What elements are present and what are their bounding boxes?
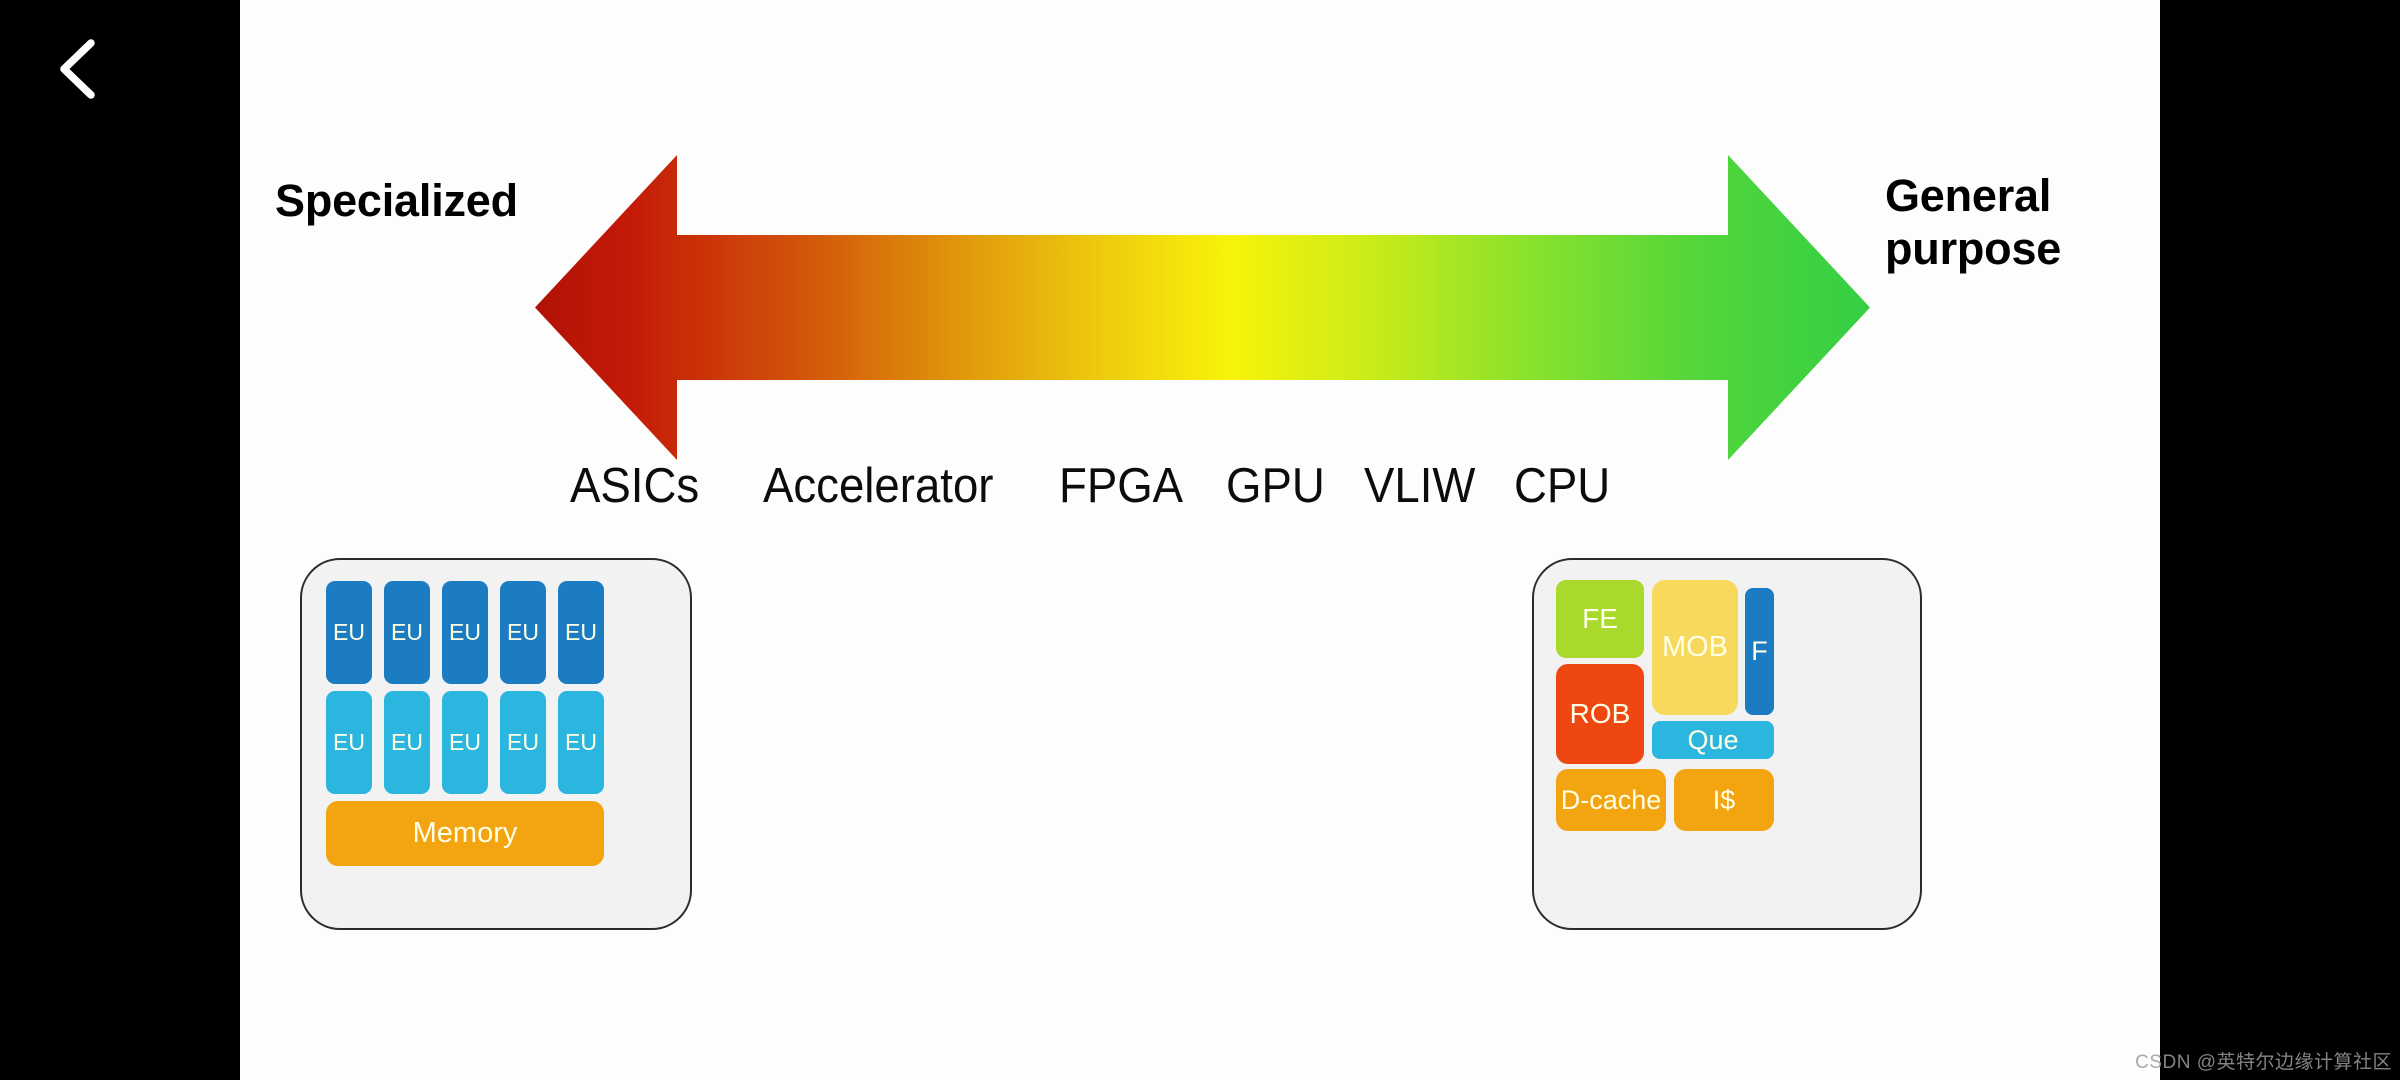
- spectrum-arrow: [535, 155, 1870, 460]
- eu-block: EU: [442, 581, 488, 684]
- memory-block: Memory: [326, 801, 604, 866]
- eu-block: EU: [384, 581, 430, 684]
- eu-block: EU: [558, 581, 604, 684]
- axis-label-general-line1: General: [1885, 170, 2052, 221]
- que-block: Que: [1652, 721, 1774, 759]
- eu-block: EU: [442, 691, 488, 794]
- general-purpose-cpu-diagram: FE ROB MOB F Que D-cache I$: [1532, 558, 1922, 930]
- d-cache-block: D-cache: [1556, 769, 1666, 831]
- eu-block: EU: [326, 691, 372, 794]
- device-label-cpu: CPU: [1514, 458, 1611, 513]
- device-label-asics: ASICs: [570, 458, 700, 513]
- device-spectrum-labels: ASICs Accelerator FPGA GPU VLIW CPU: [570, 455, 1610, 517]
- device-label-gpu: GPU: [1226, 458, 1325, 513]
- fe-block: FE: [1556, 580, 1644, 658]
- eu-block: EU: [500, 691, 546, 794]
- f-block: F: [1745, 588, 1774, 715]
- eu-block: EU: [384, 691, 430, 794]
- axis-label-general-line2: purpose: [1885, 222, 2062, 274]
- eu-block: EU: [558, 691, 604, 794]
- device-label-accelerator: Accelerator: [762, 458, 994, 513]
- double-headed-arrow-icon: [535, 155, 1870, 460]
- axis-label-specialized: Specialized: [275, 175, 518, 226]
- back-button[interactable]: [34, 26, 120, 112]
- chevron-left-icon: [34, 26, 120, 112]
- rob-block: ROB: [1556, 664, 1644, 764]
- slide-canvas: Specialized General purpose ASICs Accele…: [240, 0, 2160, 1080]
- video-player-viewport: Specialized General purpose ASICs Accele…: [0, 0, 2400, 1080]
- i-cache-block: I$: [1674, 769, 1774, 831]
- csdn-watermark: CSDN @英特尔边缘计算社区: [2135, 1052, 2392, 1073]
- eu-block: EU: [326, 581, 372, 684]
- specialized-accelerator-diagram: EU EU EU EU EU EU EU EU EU EU Memory: [300, 558, 692, 930]
- mob-block: MOB: [1652, 580, 1738, 715]
- device-label-fpga: FPGA: [1058, 458, 1183, 513]
- device-label-vliw: VLIW: [1364, 458, 1476, 513]
- axis-label-general-purpose: General purpose: [1885, 170, 2145, 275]
- eu-block: EU: [500, 581, 546, 684]
